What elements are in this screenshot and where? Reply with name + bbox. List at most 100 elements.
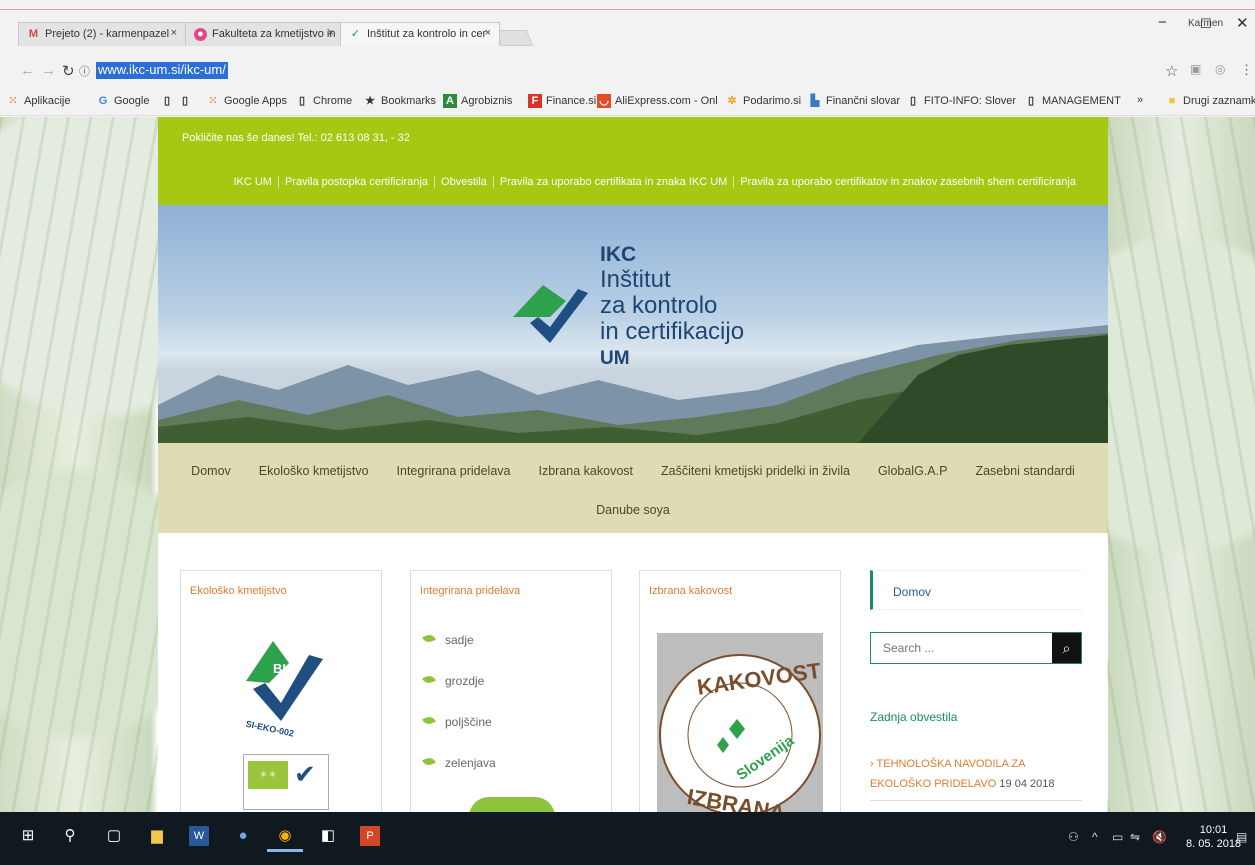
card-title[interactable]: Izbrana kakovost [649,585,732,597]
forward-icon[interactable]: → [41,62,56,79]
bookmark-other[interactable]: ■ Drugi zaznamki [1165,94,1255,108]
active-indicator [267,849,303,852]
list-item[interactable]: zelenjava [422,756,496,797]
top-nav-pravila-zasebnih[interactable]: Pravila za uporabo certifikatov in znako… [733,176,1082,188]
chrome-icon[interactable]: ◉ [275,826,295,846]
close-icon[interactable]: × [171,27,177,39]
divider [870,800,1082,801]
nav-izbrana[interactable]: Izbrana kakovost [539,464,634,478]
file-explorer-icon[interactable]: ▆ [147,826,167,846]
nav-zasebni[interactable]: Zasebni standardi [975,464,1074,478]
izbrana-kakovost-logo[interactable]: KAKOVOST IZBRANA Slovenija [657,633,823,812]
new-tab-button[interactable] [495,30,533,46]
notifications-icon[interactable]: ▤ [1236,830,1247,844]
search-box: ⌕ [870,632,1082,664]
extension-icon[interactable]: ▣ [1190,62,1201,76]
top-nav-ikc-um[interactable]: IKC UM [227,176,278,188]
notes-icon[interactable]: ◧ [318,826,338,846]
bookmark-agrobiznis[interactable]: A Agrobiznis [443,94,512,108]
google-icon: G [98,95,108,107]
logo-text[interactable]: IKC Inštitut za kontrolo in certifikacij… [600,243,744,373]
page-icon: ▯ [298,95,306,107]
nav-integrirana[interactable]: Integrirana pridelava [397,464,511,478]
close-window-icon[interactable]: ✕ [1236,14,1249,32]
info-icon[interactable]: ⓘ [79,63,90,79]
bookmark-chrome[interactable]: ▯ Chrome [295,94,352,108]
bookmarks-overflow[interactable]: » [1137,94,1143,106]
top-bar: Pokličite nas še danes! Tel.: 02 613 08 … [158,117,1108,205]
aliexpress-icon: ◡ [597,94,611,108]
bookmark-management[interactable]: ▯ MANAGEMENT [1024,94,1121,108]
svg-text:BIO: BIO [273,661,296,676]
clock[interactable]: 10:01 8. 05. 2018 [1186,823,1241,851]
list-item[interactable]: grozdje [422,674,496,715]
search-input[interactable] [871,633,1053,663]
card-izbrana: Izbrana kakovost KAKOVOST IZBRANA Sloven… [639,570,841,812]
top-nav-pravila-certifikata[interactable]: Pravila za uporabo certifikata in znaka … [492,176,733,188]
bookmark-google[interactable]: G Google [96,94,150,108]
card-title[interactable]: Ekološko kmetijstvo [190,585,287,597]
bookmark-google-apps[interactable]: ⁙ Google Apps [206,94,287,108]
bookmark-fito-info[interactable]: ▯FITO-INFO: Slovensk [906,94,1016,108]
bookmark-bookmarks[interactable]: ★ Bookmarks [363,94,436,108]
leaf-icon [422,633,436,644]
network-tray-icon[interactable]: ⇋ [1130,830,1140,844]
page-icon: ▯ [1027,95,1035,107]
podarimo-icon: ✲ [727,95,737,107]
folder-icon: ■ [1168,95,1176,107]
maximize-icon[interactable]: ☐ [1200,16,1212,32]
extension2-icon[interactable]: ◎ [1215,62,1225,76]
close-icon[interactable]: × [328,27,334,39]
nav-zasciteni[interactable]: Zaščiteni kmetijski pridelki in živila [661,464,850,478]
bookmark-aliexpress[interactable]: ◡ AliExpress.com - Onl [597,94,717,108]
tab-ikc[interactable]: ✓ Inštitut za kontrolo in cer × [340,22,500,46]
list-item[interactable]: sadje [422,633,496,674]
bookmark-star-icon[interactable]: ☆ [1165,62,1178,80]
page-icon: ▯ [181,95,189,107]
powerpoint-icon[interactable]: P [360,826,380,846]
top-nav-obvestila[interactable]: Obvestila [434,176,493,188]
news-item[interactable]: › TEHNOLOŠKA NAVODILA ZA EKOLOŠKO PRIDEL… [870,754,1082,794]
search-icon[interactable]: ⌕ [1052,633,1081,663]
bookmark-apps[interactable]: ⁙ Aplikacije [6,94,70,108]
tab-fakulteta[interactable]: ● Fakulteta za kmetijstvo in × [185,22,343,46]
bookmark-podarimo[interactable]: ✲ Podarimo.si [725,94,801,108]
reload-icon[interactable]: ↻ [62,62,75,80]
chart-icon: ▙ [810,95,820,107]
task-view-icon[interactable]: ▢ [104,826,124,846]
news-heading: Zadnja obvestila [870,710,958,724]
ikc-icon: ✓ [350,28,361,40]
nav-ekolosko[interactable]: Ekološko kmetijstvo [259,464,369,478]
bookmark-financni-slovar[interactable]: ▙ Finančni slovar [808,94,900,108]
chevron-up-icon[interactable]: ^ [1092,830,1098,844]
menu-icon[interactable]: ⋮ [1240,62,1253,78]
nav-danube-soya[interactable]: Danube soya [596,503,670,517]
bookmark-finance[interactable]: F Finance.si [528,94,596,108]
sidebar-home-link[interactable]: Domov [870,570,1082,610]
minimize-icon[interactable]: − [1158,14,1167,31]
address-bar[interactable]: www.ikc-um.si/ikc-um/ [96,62,228,79]
back-icon[interactable]: ← [20,62,35,79]
leaf-icon [422,756,436,767]
list-item[interactable]: poljščine [422,715,496,756]
site-container: Pokličite nas še danes! Tel.: 02 613 08 … [158,117,1108,812]
nav-domov[interactable]: Domov [191,464,231,478]
window-border [0,9,1255,10]
top-nav-pravila-postopka[interactable]: Pravila postopka certificiranja [277,176,434,188]
close-icon[interactable]: × [485,27,491,39]
nav-globalgap[interactable]: GlobalG.A.P [878,464,947,478]
network-icon[interactable]: ● [233,826,253,846]
logo-green-mark [513,285,566,317]
page-icon: ▯ [163,95,171,107]
volume-icon[interactable]: 🔇 [1152,830,1167,844]
finance-icon: F [528,94,542,108]
word-icon[interactable]: W [189,826,209,846]
search-icon[interactable]: ⚲ [60,826,80,846]
bookmark-page[interactable]: ▯ ▯ [160,94,196,108]
tab-gmail[interactable]: M Prejeto (2) - karmenpazel × [18,22,186,46]
card-ekolosko: Ekološko kmetijstvo BIO SI-EKO-002 ✳ ✳ ✔ [180,570,382,812]
battery-icon[interactable]: ▭ [1112,830,1123,844]
people-icon[interactable]: ⚇ [1068,830,1079,844]
card-title[interactable]: Integrirana pridelava [420,585,520,597]
windows-start-icon[interactable]: ⊞ [18,826,38,846]
